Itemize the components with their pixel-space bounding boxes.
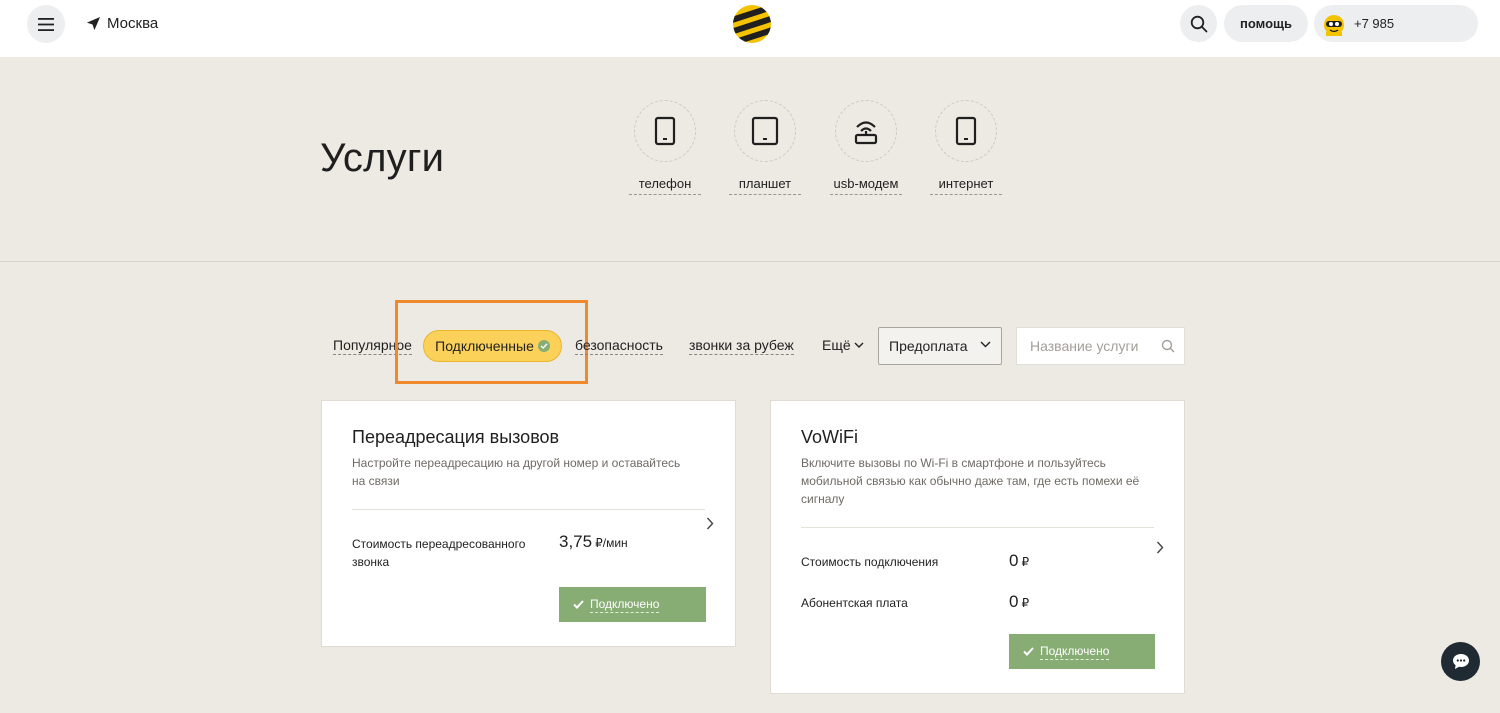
location-arrow-icon [86, 16, 101, 31]
phone-number: +7 985 [1354, 16, 1395, 31]
hero-divider [0, 261, 1500, 262]
service-card-vowifi[interactable]: VoWiFi Включите вызовы по Wi-Fi в смартф… [770, 400, 1185, 694]
tab-connected-label: Подключенные [435, 338, 534, 354]
device-label: usb-модем [830, 174, 902, 195]
price-value: 0 [1009, 592, 1019, 611]
tab-security[interactable]: безопасность [575, 337, 663, 355]
phone-icon [654, 116, 676, 146]
more-tabs-button[interactable]: Ещё [822, 337, 864, 353]
price-value: 3,75 [559, 532, 593, 551]
city-selector[interactable]: Москва [86, 15, 158, 32]
more-label: Ещё [822, 337, 851, 353]
tab-calls-abroad[interactable]: звонки за рубеж [689, 337, 794, 355]
row-value: 3,75 ₽/мин [559, 532, 628, 552]
card-divider [352, 509, 705, 510]
help-button[interactable]: помощь [1224, 5, 1308, 42]
sim-device-icon [955, 116, 977, 146]
card-title: Переадресация вызовов [352, 427, 560, 447]
device-circle [634, 100, 696, 162]
page-title: Услуги [320, 136, 445, 180]
device-label: интернет [930, 174, 1002, 195]
tariff-type-select[interactable]: Предоплата [878, 327, 1002, 365]
usb-modem-icon [854, 121, 878, 145]
device-label: планшет [729, 174, 801, 195]
row-label: Стоимость подключения [801, 555, 939, 569]
service-card-forwarding[interactable]: Переадресация вызовов Настройте переадре… [321, 400, 736, 647]
account-button[interactable]: +7 985 [1314, 5, 1478, 42]
check-icon [1023, 647, 1034, 656]
hamburger-icon [38, 17, 54, 31]
connected-button-label: Подключено [1040, 643, 1110, 660]
connected-button-label: Подключено [590, 596, 660, 613]
connected-button[interactable]: Подключено [559, 587, 706, 622]
connected-button[interactable]: Подключено [1009, 634, 1155, 669]
card-title: VoWiFi [801, 427, 859, 447]
check-icon [573, 600, 584, 609]
card-description: Включите вызовы по Wi-Fi в смартфоне и п… [801, 456, 1140, 506]
device-circle [835, 100, 897, 162]
price-unit: ₽ [1021, 555, 1030, 569]
device-phone[interactable]: телефон [629, 100, 701, 195]
tab-popular[interactable]: Популярное [333, 337, 412, 355]
chat-button[interactable] [1441, 642, 1480, 681]
device-internet[interactable]: интернет [930, 100, 1002, 195]
chevron-right-icon[interactable] [706, 517, 714, 530]
top-header: Москва помощь +7 985 [0, 0, 1500, 57]
card-description: Настройте переадресацию на другой номер … [352, 456, 681, 488]
search-icon [1161, 339, 1175, 353]
row-value: 0 ₽ [1009, 592, 1029, 612]
search-icon [1190, 15, 1207, 32]
row-label: Стоимость переадресованного звонка [352, 537, 526, 569]
city-label: Москва [107, 15, 159, 32]
beeline-logo[interactable] [732, 4, 772, 44]
chevron-right-icon[interactable] [1156, 541, 1164, 554]
service-search-field[interactable] [1016, 327, 1185, 365]
price-unit: ₽ [1021, 596, 1030, 610]
chevron-down-icon [854, 342, 864, 348]
device-label: телефон [629, 174, 701, 195]
tab-connected[interactable]: Подключенные [423, 330, 562, 362]
device-circle [935, 100, 997, 162]
device-usb-modem[interactable]: usb-модем [830, 100, 902, 195]
check-circle-icon [537, 340, 550, 352]
chat-bubble-icon [1452, 654, 1469, 669]
price-unit: ₽/мин [595, 536, 628, 550]
price-value: 0 [1009, 551, 1019, 570]
tariff-type-value: Предоплата [889, 338, 968, 354]
menu-button[interactable] [27, 5, 65, 43]
card-divider [801, 527, 1154, 528]
avatar [1324, 14, 1344, 36]
device-circle [734, 100, 796, 162]
tablet-icon [751, 116, 779, 146]
device-tablet[interactable]: планшет [729, 100, 801, 195]
chevron-down-icon [980, 341, 991, 348]
search-button[interactable] [1180, 5, 1217, 42]
row-value: 0 ₽ [1009, 551, 1029, 571]
service-search-input[interactable] [1030, 338, 1158, 354]
row-label: Абонентская плата [801, 596, 908, 610]
